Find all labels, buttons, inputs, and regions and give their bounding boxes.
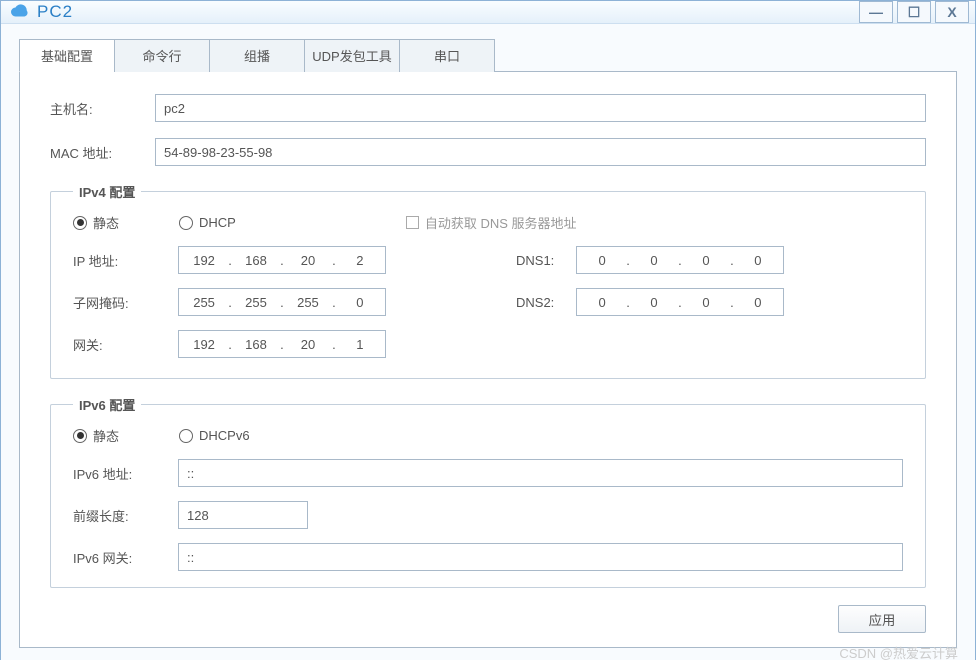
ipv6-static-label: 静态 (93, 426, 119, 445)
radio-unchecked-icon (179, 216, 193, 230)
ipv4-static-label: 静态 (93, 213, 119, 232)
mac-label: MAC 地址: (50, 143, 155, 162)
autodns-checkbox[interactable]: 自动获取 DNS 服务器地址 (406, 213, 577, 232)
ipv4-static-radio[interactable]: 静态 (73, 213, 119, 232)
content-area: 基础配置 命令行 组播 UDP发包工具 串口 主机名: MAC 地址: IPv4… (1, 24, 975, 660)
tab-cli[interactable]: 命令行 (114, 39, 210, 72)
dns2-input[interactable]: 0. 0. 0. 0 (576, 288, 784, 316)
dns2-label: DNS2: (516, 295, 576, 310)
gateway-label: 网关: (73, 335, 178, 354)
ipv6-dhcp-label: DHCPv6 (199, 428, 250, 443)
subnet-input[interactable]: 255. 255. 255. 0 (178, 288, 386, 316)
ipv6-address-row: IPv6 地址: (73, 459, 903, 487)
app-window: PC2 — ☐ X 基础配置 命令行 组播 UDP发包工具 串口 主机名: MA… (0, 0, 976, 660)
tab-multicast[interactable]: 组播 (209, 39, 305, 72)
ipv6-address-label: IPv6 地址: (73, 464, 178, 483)
subnet-row: 子网掩码: 255. 255. 255. 0 DNS2: 0. 0. 0. (73, 288, 903, 316)
ipv6-dhcp-radio[interactable]: DHCPv6 (179, 428, 250, 443)
ip-address-row: IP 地址: 192. 168. 20. 2 DNS1: 0. 0. 0. (73, 246, 903, 274)
ipv6-prefix-row: 前缀长度: (73, 501, 903, 529)
ipv6-legend: IPv6 配置 (73, 395, 141, 414)
titlebar: PC2 — ☐ X (1, 1, 975, 24)
hostname-row: 主机名: (50, 94, 926, 122)
radio-unchecked-icon (179, 429, 193, 443)
dns1-input[interactable]: 0. 0. 0. 0 (576, 246, 784, 274)
ipv6-gateway-input[interactable] (178, 543, 903, 571)
tab-bar: 基础配置 命令行 组播 UDP发包工具 串口 (19, 38, 957, 72)
autodns-label: 自动获取 DNS 服务器地址 (425, 213, 577, 232)
ip-address-label: IP 地址: (73, 251, 178, 270)
footer: 应用 (838, 605, 926, 633)
radio-checked-icon (73, 429, 87, 443)
ipv4-mode-row: 静态 DHCP 自动获取 DNS 服务器地址 (73, 213, 903, 232)
ipv6-mode-row: 静态 DHCPv6 (73, 426, 903, 445)
gateway-input[interactable]: 192. 168. 20. 1 (178, 330, 386, 358)
ipv6-gateway-row: IPv6 网关: (73, 543, 903, 571)
window-title: PC2 (37, 2, 859, 22)
ipv6-static-radio[interactable]: 静态 (73, 426, 119, 445)
maximize-button[interactable]: ☐ (897, 1, 931, 23)
subnet-label: 子网掩码: (73, 293, 178, 312)
ipv4-legend: IPv4 配置 (73, 182, 141, 201)
window-controls: — ☐ X (859, 1, 969, 23)
tab-serial[interactable]: 串口 (399, 39, 495, 72)
mac-row: MAC 地址: (50, 138, 926, 166)
dns1-label: DNS1: (516, 253, 576, 268)
ipv6-prefix-label: 前缀长度: (73, 506, 178, 525)
mac-input[interactable] (155, 138, 926, 166)
tab-body: 主机名: MAC 地址: IPv4 配置 静态 DHCP (19, 72, 957, 648)
hostname-label: 主机名: (50, 99, 155, 118)
ipv4-dhcp-label: DHCP (199, 215, 236, 230)
dns2-group: DNS2: 0. 0. 0. 0 (516, 288, 784, 316)
ipv4-dhcp-radio[interactable]: DHCP (179, 215, 236, 230)
radio-checked-icon (73, 216, 87, 230)
tab-basic-config[interactable]: 基础配置 (19, 39, 115, 72)
ipv6-prefix-input[interactable] (178, 501, 308, 529)
minimize-button[interactable]: — (859, 1, 893, 23)
checkbox-icon (406, 216, 419, 229)
ipv6-address-input[interactable] (178, 459, 903, 487)
close-button[interactable]: X (935, 1, 969, 23)
app-icon (11, 3, 29, 21)
hostname-input[interactable] (155, 94, 926, 122)
ipv6-fieldset: IPv6 配置 静态 DHCPv6 IPv6 地址: 前 (50, 395, 926, 588)
ipv4-fieldset: IPv4 配置 静态 DHCP 自动获取 DNS 服务器地址 (50, 182, 926, 379)
gateway-row: 网关: 192. 168. 20. 1 (73, 330, 903, 358)
ip-address-input[interactable]: 192. 168. 20. 2 (178, 246, 386, 274)
dns1-group: DNS1: 0. 0. 0. 0 (516, 246, 784, 274)
apply-button[interactable]: 应用 (838, 605, 926, 633)
tab-udp-tool[interactable]: UDP发包工具 (304, 39, 400, 72)
ipv6-gateway-label: IPv6 网关: (73, 548, 178, 567)
